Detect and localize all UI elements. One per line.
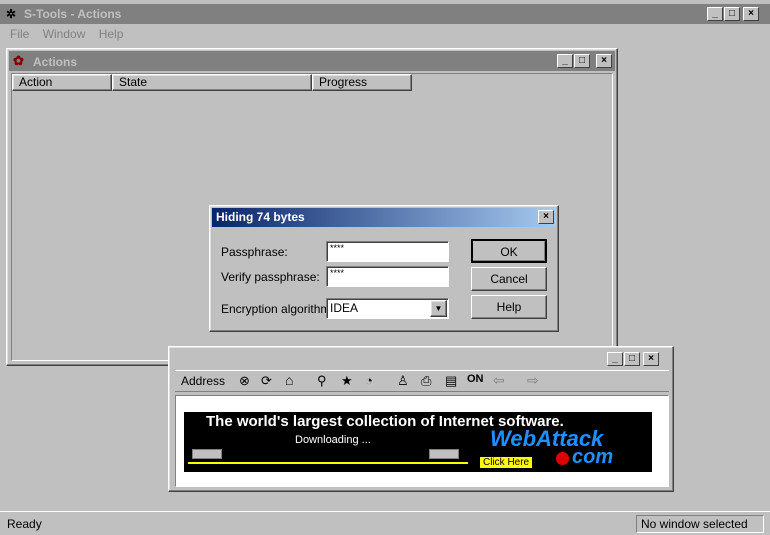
app-maximize-button[interactable]: □ <box>724 7 740 21</box>
column-state[interactable]: State <box>112 74 312 91</box>
banner-brand-dot <box>556 452 569 465</box>
hide-dialog: Hiding 74 bytes × Passphrase: **** Verif… <box>209 205 559 332</box>
status-window-panel: No window selected <box>636 515 764 533</box>
column-action[interactable]: Action <box>12 74 112 91</box>
status-text: Ready <box>7 517 42 531</box>
banner-brand-com: com <box>572 446 614 468</box>
actions-title: Actions <box>33 55 78 69</box>
user-icon[interactable]: ♙ <box>397 373 409 389</box>
edit-icon[interactable]: ▤ <box>445 373 457 389</box>
back-icon[interactable]: ⇦ <box>493 372 505 389</box>
status-bar: Ready No window selected <box>0 511 770 535</box>
dialog-close-button[interactable]: × <box>538 210 554 224</box>
ad-banner[interactable]: The world's largest collection of Intern… <box>184 412 652 472</box>
refresh-icon[interactable]: ⟳ <box>261 373 272 389</box>
computer-icon-left <box>192 449 222 459</box>
cancel-button[interactable]: Cancel <box>471 267 547 291</box>
chevron-down-icon[interactable]: ▼ <box>430 300 447 317</box>
s-tools-icon: ✲ <box>6 7 17 21</box>
actions-minimize-button[interactable]: _ <box>557 54 573 68</box>
menu-file[interactable]: File <box>10 27 29 41</box>
menu-bar: File Window Help <box>10 27 133 43</box>
banner-click-here[interactable]: Click Here <box>480 457 533 468</box>
actions-close-button[interactable]: × <box>596 54 612 68</box>
address-label[interactable]: Address <box>181 374 225 388</box>
browser-close-button[interactable]: × <box>643 352 659 366</box>
app-close-button[interactable]: × <box>743 7 759 21</box>
browser-content: The world's largest collection of Intern… <box>175 395 669 487</box>
browser-window: □ × _ Address ⊗ ⟳ ⌂ ⚲ ★ ◔ ♙ ⎙ ▤ ON ⇦ ⇨ T… <box>168 346 674 492</box>
dialog-title: Hiding 74 bytes <box>216 210 305 224</box>
online-icon[interactable]: ON <box>467 373 484 385</box>
actions-list-header: Action State Progress <box>12 74 612 92</box>
app-minimize-button[interactable]: _ <box>707 7 723 21</box>
actions-maximize-button[interactable]: □ <box>574 54 590 68</box>
banner-status: Downloading ... <box>295 434 371 446</box>
help-button[interactable]: Help <box>471 295 547 319</box>
menu-window[interactable]: Window <box>43 27 86 41</box>
encryption-algorithm-value: IDEA <box>330 301 359 315</box>
verify-passphrase-label: Verify passphrase: <box>221 270 320 284</box>
encryption-algorithm-label: Encryption algorithm: <box>221 302 334 316</box>
forward-icon[interactable]: ⇨ <box>527 372 539 389</box>
dialog-title-bar: Hiding 74 bytes × <box>212 208 556 227</box>
browser-toolbar: Address ⊗ ⟳ ⌂ ⚲ ★ ◔ ♙ ⎙ ▤ ON ⇦ ⇨ <box>175 370 669 392</box>
app-title: S-Tools - Actions <box>24 7 122 21</box>
browser-minimize-button[interactable]: _ <box>607 352 623 366</box>
actions-title-bar: ✿ Actions _ □ × <box>9 51 615 71</box>
browser-maximize-button[interactable]: □ <box>624 352 640 366</box>
banner-progress-line <box>188 462 468 464</box>
home-icon[interactable]: ⌂ <box>285 372 293 388</box>
passphrase-label: Passphrase: <box>221 245 288 259</box>
verify-passphrase-field[interactable]: **** <box>326 266 449 287</box>
status-window-text: No window selected <box>641 517 748 531</box>
ok-button[interactable]: OK <box>471 239 547 263</box>
column-progress[interactable]: Progress <box>312 74 412 91</box>
encryption-algorithm-select[interactable]: IDEA ▼ <box>326 298 449 319</box>
favorites-icon[interactable]: ★ <box>341 373 353 389</box>
app-title-bar: ✲ S-Tools - Actions _ □ × <box>0 4 770 24</box>
actions-icon: ✿ <box>13 53 24 68</box>
passphrase-field[interactable]: **** <box>326 241 449 262</box>
print-icon[interactable]: ⎙ <box>421 373 431 389</box>
search-icon[interactable]: ⚲ <box>317 373 327 389</box>
history-icon[interactable]: ◔ <box>365 373 373 388</box>
menu-help[interactable]: Help <box>99 27 124 41</box>
stop-icon[interactable]: ⊗ <box>239 373 250 389</box>
computer-icon-right <box>429 449 459 459</box>
